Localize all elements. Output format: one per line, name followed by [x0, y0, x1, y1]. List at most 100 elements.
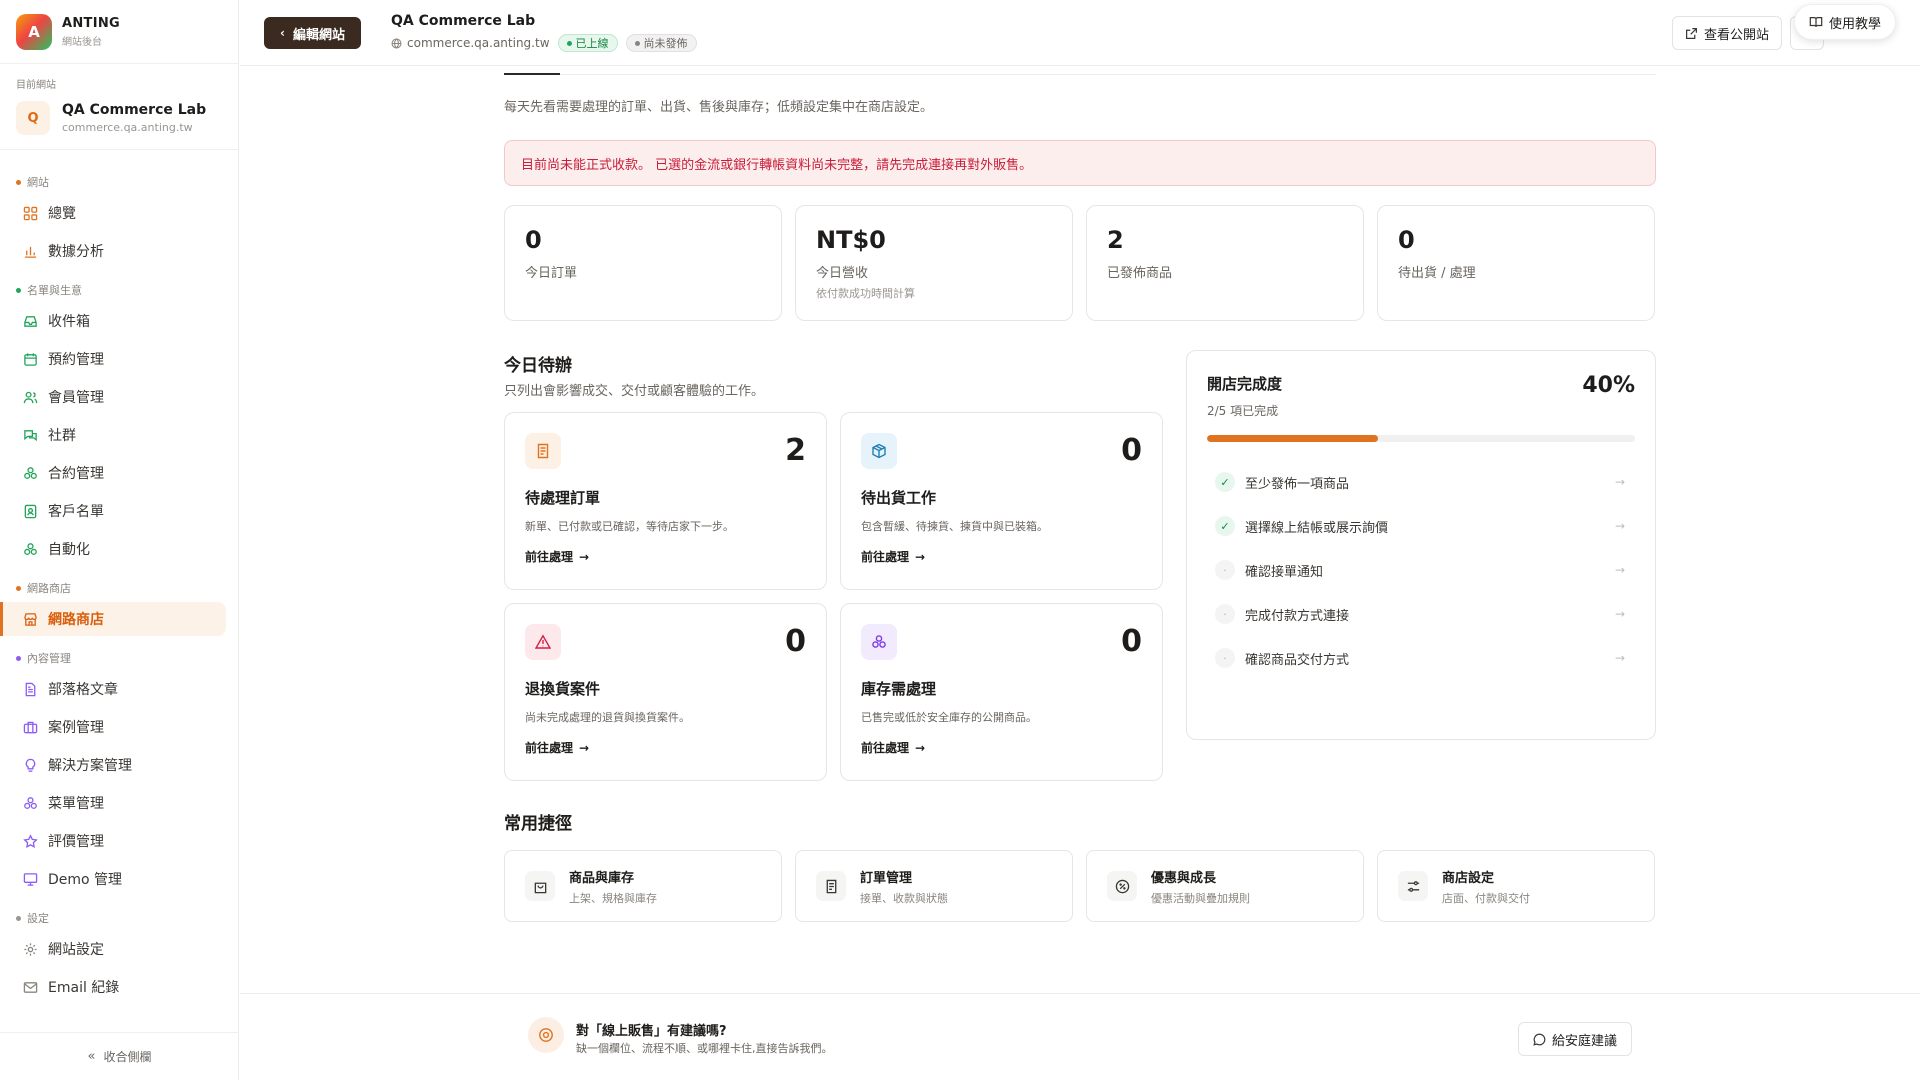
sidebar-item-reviews[interactable]: 評價管理: [0, 824, 226, 858]
page-title: QA Commerce Lab: [391, 13, 536, 29]
arrow-right-icon: →: [1614, 563, 1625, 577]
sidebar-item-community[interactable]: 社群: [0, 418, 226, 452]
sidebar-item-online-store[interactable]: 網路商店: [0, 602, 226, 636]
inbox-icon: [22, 313, 38, 329]
sidebar-item-booking[interactable]: 預約管理: [0, 342, 226, 376]
current-site-caption: 目前網站: [16, 80, 56, 91]
sidebar-item-inbox[interactable]: 收件箱: [0, 304, 226, 338]
tutorial-button[interactable]: 使用教學: [1793, 4, 1896, 40]
pending-dot-icon: ·: [1215, 648, 1235, 668]
double-chevron-left-icon: «: [87, 1049, 96, 1064]
arrow-right-icon: →: [1614, 519, 1625, 533]
setup-progress-bar: [1207, 435, 1635, 442]
arrow-right-icon: →: [579, 740, 590, 755]
arrow-right-icon: →: [915, 740, 926, 755]
nav-section-store: 網路商店: [0, 580, 238, 596]
checklist-item[interactable]: · 完成付款方式連接 →: [1207, 592, 1635, 636]
doc-icon: [22, 681, 38, 697]
store-icon: [22, 611, 38, 627]
arrow-right-icon: →: [1614, 475, 1625, 489]
current-site[interactable]: 目前網站 Q QA Commerce Lab commerce.qa.antin…: [0, 64, 238, 150]
chat-icon: [22, 427, 38, 443]
stat-today-orders: 0 今日訂單: [504, 205, 782, 321]
todo-heading: 今日待辦: [504, 356, 572, 376]
task-inventory[interactable]: 0 庫存需處理 已售完或低於安全庫存的公開商品。 前往處理 →: [840, 603, 1163, 781]
brand-name: ANTING: [62, 15, 120, 31]
edit-site-button[interactable]: ‹ 編輯網站: [264, 17, 361, 49]
setup-progress-count: 2/5 項已完成: [1207, 404, 1279, 418]
mail-icon: [22, 979, 38, 995]
bag-icon: [525, 871, 555, 901]
sidebar: A ANTING 網站後台 目前網站 Q QA Commerce Lab com…: [0, 0, 239, 1080]
grid-icon: [22, 205, 38, 221]
globe-icon: [391, 37, 402, 49]
checklist-item[interactable]: · 確認商品交付方式 →: [1207, 636, 1635, 680]
brand[interactable]: A ANTING 網站後台: [0, 0, 238, 64]
feedback-description: 缺一個欄位、流程不順、或哪裡卡住,直接告訴我們。: [576, 1042, 833, 1055]
sidebar-item-automation[interactable]: 自動化: [0, 532, 226, 566]
shortcut-orders[interactable]: 訂單管理 接單、收款與狀態: [795, 850, 1073, 922]
go-process-link[interactable]: 前往處理 →: [861, 548, 925, 565]
sidebar-item-customers[interactable]: 客戶名單: [0, 494, 226, 528]
shortcuts-heading: 常用捷徑: [504, 814, 572, 834]
task-pending-shipping[interactable]: 0 待出貨工作 包含暫緩、待揀貨、揀貨中與已裝箱。 前往處理 →: [840, 412, 1163, 590]
sidebar-item-analytics[interactable]: 數據分析: [0, 234, 226, 268]
sidebar-item-overview[interactable]: 總覽: [0, 196, 226, 230]
sidebar-item-demo[interactable]: Demo 管理: [0, 862, 226, 896]
view-public-site-button[interactable]: 查看公開站: [1671, 16, 1782, 50]
checklist-item[interactable]: ✓ 至少發佈一項商品 →: [1207, 460, 1635, 504]
collapse-sidebar-button[interactable]: « 收合側欄: [0, 1032, 239, 1080]
shortcut-store-settings[interactable]: 商店設定 店面、付款與交付: [1377, 850, 1655, 922]
calendar-icon: [22, 351, 38, 367]
cluster-icon: [22, 795, 38, 811]
checklist-item[interactable]: · 確認接單通知 →: [1207, 548, 1635, 592]
sidebar-nav: 網站 總覽 數據分析 名單與生意 收件箱 預約管理 會員管理 社群 合約管理 客…: [0, 150, 238, 1004]
shortcut-products[interactable]: 商品與庫存 上架、規格與庫存: [504, 850, 782, 922]
stat-pending-shipments: 0 待出貨 / 處理: [1377, 205, 1655, 321]
site-meta: commerce.qa.anting.tw 已上線 尚未發佈: [391, 34, 697, 52]
star-icon: [22, 833, 38, 849]
site-domain-link[interactable]: commerce.qa.anting.tw: [407, 36, 550, 50]
sidebar-item-menus[interactable]: 菜單管理: [0, 786, 226, 820]
sidebar-item-contracts[interactable]: 合約管理: [0, 456, 226, 490]
cluster-icon: [861, 624, 897, 660]
brand-logo: A: [16, 13, 52, 50]
shortcut-promotions[interactable]: 優惠與成長 優惠活動與疊加規則: [1086, 850, 1364, 922]
topbar: ‹ 編輯網站 QA Commerce Lab commerce.qa.antin…: [240, 0, 1920, 66]
warning-icon: [525, 624, 561, 660]
go-process-link[interactable]: 前往處理 →: [861, 739, 925, 756]
task-returns[interactable]: 0 退換貨案件 尚未完成處理的退貨與換貨案件。 前往處理 →: [504, 603, 827, 781]
nav-section-content: 內容管理: [0, 650, 238, 666]
site-avatar: Q: [16, 101, 50, 135]
site-domain: commerce.qa.anting.tw: [62, 121, 193, 134]
go-process-link[interactable]: 前往處理 →: [525, 548, 589, 565]
sidebar-item-site-settings[interactable]: 網站設定: [0, 932, 226, 966]
checklist-item[interactable]: ✓ 選擇線上結帳或展示詢價 →: [1207, 504, 1635, 548]
brand-subtitle: 網站後台: [62, 36, 102, 48]
give-feedback-button[interactable]: 給安庭建議: [1517, 1022, 1632, 1056]
task-pending-orders[interactable]: 2 待處理訂單 新單、已付款或已確認，等待店家下一步。 前往處理 →: [504, 412, 827, 590]
receipt-icon: [816, 871, 846, 901]
arrow-right-icon: →: [579, 549, 590, 564]
sidebar-item-solutions[interactable]: 解決方案管理: [0, 748, 226, 782]
chat-bubble-icon: [528, 1017, 564, 1053]
sidebar-item-members[interactable]: 會員管理: [0, 380, 226, 414]
book-icon: [1809, 15, 1823, 29]
setup-progress-percent: 40%: [1582, 373, 1635, 398]
percent-icon: [1107, 871, 1137, 901]
sidebar-item-cases[interactable]: 案例管理: [0, 710, 226, 744]
tab-active-indicator: [504, 73, 560, 75]
go-process-link[interactable]: 前往處理 →: [525, 739, 589, 756]
arrow-right-icon: →: [1614, 651, 1625, 665]
sidebar-item-email-log[interactable]: Email 紀錄: [0, 970, 226, 1004]
pending-dot-icon: ·: [1215, 604, 1235, 624]
sidebar-item-blog[interactable]: 部落格文章: [0, 672, 226, 706]
page-intro: 每天先看需要處理的訂單、出貨、售後與庫存；低頻設定集中在商店設定。: [504, 100, 934, 115]
monitor-icon: [22, 871, 38, 887]
contact-icon: [22, 503, 38, 519]
external-link-icon: [1685, 27, 1698, 40]
sliders-icon: [1398, 871, 1428, 901]
message-icon: [1533, 1033, 1546, 1046]
bulb-icon: [22, 757, 38, 773]
payment-alert: 目前尚未能正式收款。 已選的金流或銀行轉帳資料尚未完整，請先完成連接再對外販售。: [504, 140, 1656, 186]
